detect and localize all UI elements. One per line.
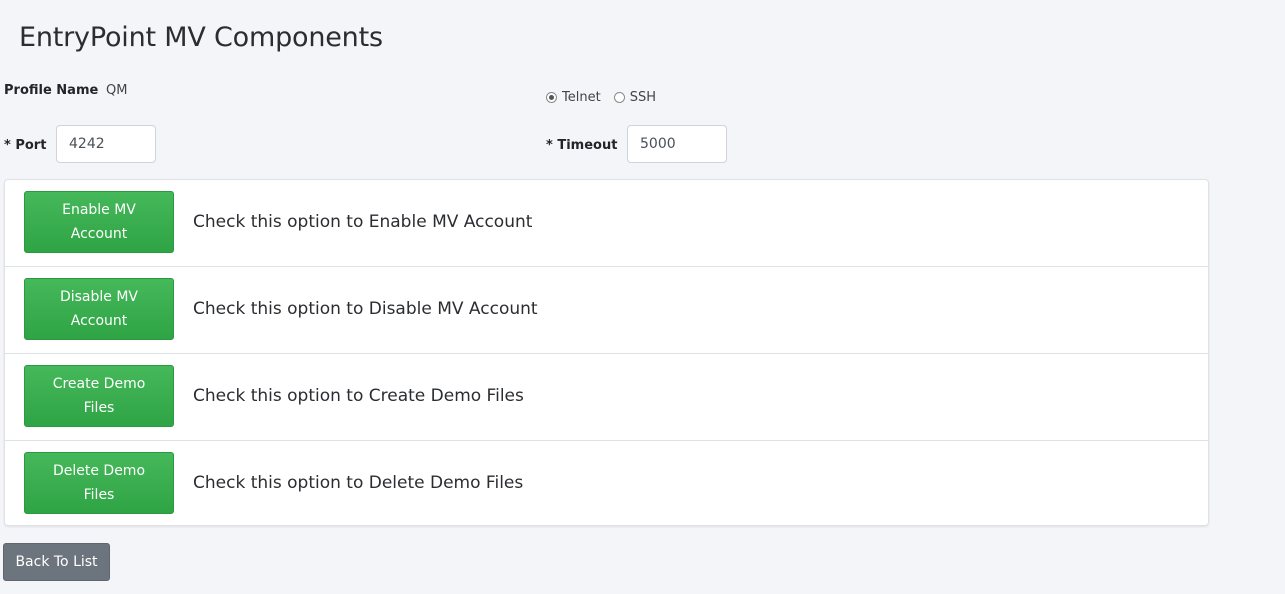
profile-name-value: QM <box>106 83 128 98</box>
create-demo-files-button[interactable]: Create Demo Files <box>24 365 174 427</box>
delete-demo-files-button[interactable]: Delete Demo Files <box>24 452 174 514</box>
telnet-radio[interactable]: Telnet <box>546 90 601 105</box>
telnet-radio-label: Telnet <box>562 90 601 105</box>
delete-demo-files-description: Check this option to Delete Demo Files <box>193 473 524 493</box>
port-input[interactable] <box>56 125 156 163</box>
timeout-input[interactable] <box>627 125 727 163</box>
action-row-create-demo: Create Demo Files Check this option to C… <box>5 354 1208 441</box>
ssh-radio-button[interactable] <box>613 92 625 103</box>
ssh-radio[interactable]: SSH <box>613 90 656 105</box>
action-row-enable: Enable MV Account Check this option to E… <box>5 180 1208 267</box>
ssh-radio-label: SSH <box>629 90 656 105</box>
telnet-radio-button[interactable] <box>546 92 557 103</box>
action-row-disable: Disable MV Account Check this option to … <box>5 267 1208 354</box>
port-label: * Port <box>4 138 47 153</box>
profile-name-label: Profile Name <box>4 83 99 98</box>
page-title: EntryPoint MV Components <box>19 22 383 53</box>
actions-card: Enable MV Account Check this option to E… <box>4 179 1209 526</box>
action-row-delete-demo: Delete Demo Files Check this option to D… <box>5 441 1208 528</box>
page: EntryPoint MV Components Profile Name QM… <box>0 0 1285 594</box>
disable-mv-account-description: Check this option to Disable MV Account <box>193 299 538 319</box>
back-to-list-button[interactable]: Back To List <box>3 543 110 581</box>
create-demo-files-description: Check this option to Create Demo Files <box>193 386 524 406</box>
timeout-label: * Timeout <box>546 138 618 153</box>
enable-mv-account-description: Check this option to Enable MV Account <box>193 212 533 232</box>
protocol-radio-group: Telnet SSH <box>546 90 669 105</box>
disable-mv-account-button[interactable]: Disable MV Account <box>24 278 174 340</box>
enable-mv-account-button[interactable]: Enable MV Account <box>24 191 174 253</box>
